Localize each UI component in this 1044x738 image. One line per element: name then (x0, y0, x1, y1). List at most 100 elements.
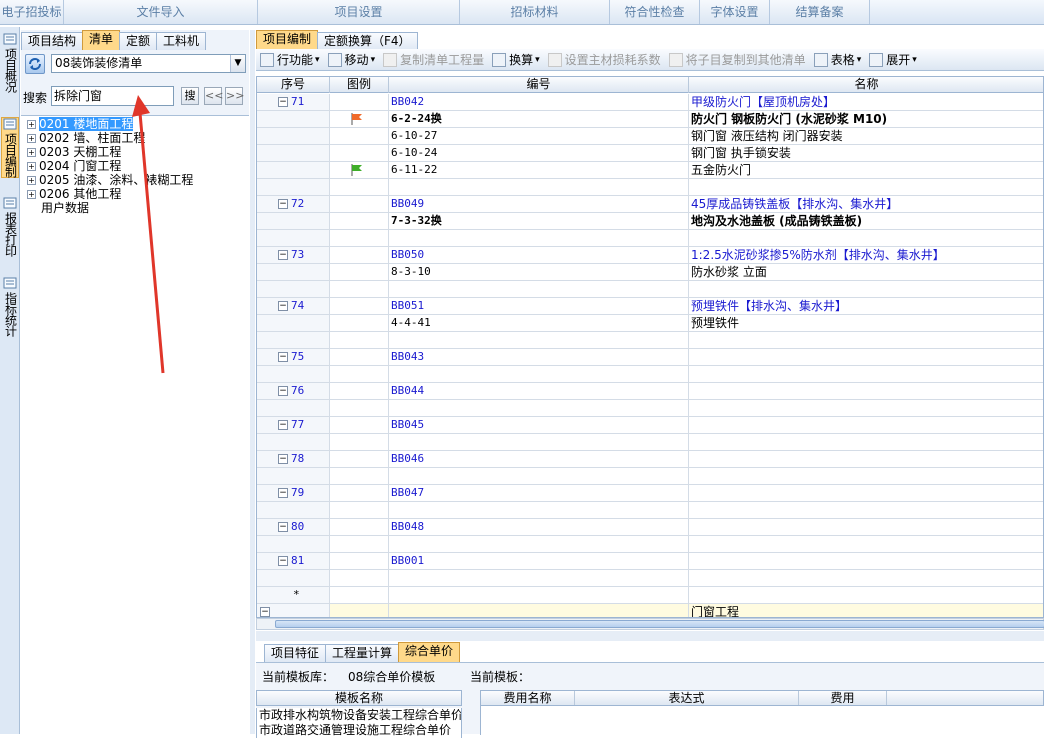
tree-node[interactable]: +0204 门窗工程 (27, 159, 121, 173)
vtab-3[interactable]: 指标统计 (1, 277, 19, 336)
table-row[interactable] (257, 281, 1043, 298)
top-menu-3[interactable]: 招标材料 (460, 0, 610, 24)
table-row[interactable]: 6-10-24 钢门窗 执手锁安装 (257, 145, 1043, 162)
toolbar-button-1[interactable]: 移动 ▾ (324, 50, 380, 70)
table-row[interactable]: −71 BB042 甲级防火门【屋顶机房处】 (257, 94, 1043, 111)
toolbar-button-3[interactable]: 换算 ▾ (488, 50, 544, 70)
table-row[interactable] (257, 536, 1043, 553)
horizontal-splitter[interactable] (256, 631, 1044, 641)
collapse-icon[interactable]: − (278, 386, 288, 396)
collapse-icon[interactable]: − (278, 301, 288, 311)
tree-node[interactable]: +0203 天棚工程 (27, 145, 121, 159)
collapse-icon[interactable]: − (278, 250, 288, 260)
top-menu-6[interactable]: 结算备案 (770, 0, 870, 24)
next-button[interactable]: >> (225, 87, 244, 105)
table-row[interactable]: −77 BB045 (257, 417, 1043, 434)
top-menu-4[interactable]: 符合性检查 (610, 0, 700, 24)
tab-structure[interactable]: 项目结构 (21, 32, 84, 50)
table-row[interactable]: −72 BB049 45厚成品铸铁盖板【排水沟、集水井】 (257, 196, 1043, 213)
expand-icon[interactable]: + (27, 134, 36, 143)
vertical-splitter[interactable] (250, 30, 255, 734)
scrollbar-thumb[interactable] (275, 620, 1044, 628)
expand-icon[interactable]: + (27, 176, 36, 185)
tab-bottom-1[interactable]: 工程量计算 (325, 644, 400, 662)
left-tabs: 项目结构 清单 定额 工料机 (21, 30, 207, 50)
collapse-icon[interactable]: − (278, 454, 288, 464)
tab-bottom-2[interactable]: 综合单价 (398, 642, 461, 662)
toolbar-button-7[interactable]: 展开 ▾ (865, 50, 921, 70)
toolbar-button-2[interactable]: 复制清单工程量 (379, 50, 488, 70)
table-row[interactable]: * (257, 587, 1043, 604)
table-row[interactable]: −81 BB001 (257, 553, 1043, 570)
tab-bottom-0[interactable]: 项目特征 (264, 644, 327, 662)
template-row[interactable]: 市政排水构筑物设备安装工程综合单价 (256, 708, 462, 723)
table-row[interactable]: 8-3-10 防水砂浆 立面 (257, 264, 1043, 281)
top-menu-2[interactable]: 项目设置 (258, 0, 460, 24)
top-menu-0[interactable]: 电子招投标 (0, 0, 64, 24)
table-row[interactable]: −74 BB051 预埋铁件【排水沟、集水井】 (257, 298, 1043, 315)
toolbar-button-6[interactable]: 表格 ▾ (810, 50, 866, 70)
toolbar-button-5[interactable]: 将子目复制到其他清单 (665, 50, 810, 70)
chevron-down-icon[interactable]: ▼ (230, 55, 245, 72)
tab-edit[interactable]: 项目编制 (256, 30, 319, 50)
library-select[interactable]: 08装饰装修清单 ▼ (51, 54, 246, 73)
table-row[interactable]: − 门窗工程 (257, 604, 1043, 617)
tab-material[interactable]: 工料机 (156, 32, 207, 50)
grid-cell (330, 587, 389, 604)
tab-quota-convert[interactable]: 定额换算（F4） (317, 32, 418, 50)
horizontal-scrollbar[interactable] (256, 618, 1044, 630)
grid-cell (689, 366, 1043, 383)
table-row[interactable] (257, 179, 1043, 196)
table-row[interactable] (257, 502, 1043, 519)
table-row[interactable]: 7-3-32换 地沟及水池盖板 (成品铸铁盖板) (257, 213, 1043, 230)
tree-node[interactable]: +0202 墙、柱面工程 (27, 131, 145, 145)
refresh-icon[interactable] (25, 54, 45, 74)
prev-button[interactable]: << (204, 87, 223, 105)
table-row[interactable]: −79 BB047 (257, 485, 1043, 502)
collapse-icon[interactable]: − (278, 522, 288, 532)
table-row[interactable] (257, 468, 1043, 485)
expand-icon[interactable]: + (27, 162, 36, 171)
table-row[interactable] (257, 332, 1043, 349)
table-row[interactable] (257, 366, 1043, 383)
table-row[interactable]: 6-2-24换 防火门 钢板防火门 (水泥砂浆 M10) (257, 111, 1043, 128)
table-row[interactable]: −75 BB043 (257, 349, 1043, 366)
table-row[interactable] (257, 570, 1043, 587)
table-row[interactable]: −76 BB044 (257, 383, 1043, 400)
collapse-icon[interactable]: − (278, 420, 288, 430)
vtab-1[interactable]: 项目编制 (1, 117, 19, 178)
table-row[interactable]: −73 BB050 1:2.5水泥砂浆掺5%防水剂【排水沟、集水井】 (257, 247, 1043, 264)
template-row[interactable]: 市政道路交通管理设施工程综合单价 (256, 723, 462, 738)
toolbar-button-0[interactable]: 行功能 ▾ (256, 50, 324, 70)
grid-cell: BB001 (389, 553, 689, 570)
tree-node[interactable]: +0201 楼地面工程 (27, 117, 134, 131)
tree-node[interactable]: +0206 其他工程 (27, 187, 121, 201)
collapse-icon[interactable]: − (278, 352, 288, 362)
tab-quota[interactable]: 定额 (119, 32, 158, 50)
expand-icon[interactable]: + (27, 148, 36, 157)
collapse-icon[interactable]: − (278, 97, 288, 107)
tree-node-user-data[interactable]: 用户数据 (41, 201, 89, 215)
table-row[interactable]: 6-11-22 五金防火门 (257, 162, 1043, 179)
collapse-icon[interactable]: − (278, 556, 288, 566)
search-button[interactable]: 搜 (181, 87, 199, 105)
top-menu-5[interactable]: 字体设置 (700, 0, 770, 24)
tab-bill[interactable]: 清单 (82, 30, 121, 50)
collapse-icon[interactable]: − (260, 607, 270, 617)
expand-icon[interactable]: + (27, 190, 36, 199)
template-lib-value: 08综合单价模板 (348, 670, 436, 684)
table-row[interactable] (257, 230, 1043, 247)
table-row[interactable] (257, 434, 1043, 451)
collapse-icon[interactable]: − (278, 199, 288, 209)
table-row[interactable] (257, 400, 1043, 417)
table-row[interactable]: 4-4-41 预埋铁件 (257, 315, 1043, 332)
toolbar-button-4[interactable]: 设置主材损耗系数 (544, 50, 665, 70)
collapse-icon[interactable]: − (278, 488, 288, 498)
vtab-0[interactable]: 项目概况 (1, 33, 19, 92)
table-row[interactable]: −80 BB048 (257, 519, 1043, 536)
expand-icon[interactable]: + (27, 120, 36, 129)
vtab-2[interactable]: 报表打印 (1, 197, 19, 256)
table-row[interactable]: −78 BB046 (257, 451, 1043, 468)
top-menu-1[interactable]: 文件导入 (64, 0, 258, 24)
table-row[interactable]: 6-10-27 钢门窗 液压结构 闭门器安装 (257, 128, 1043, 145)
